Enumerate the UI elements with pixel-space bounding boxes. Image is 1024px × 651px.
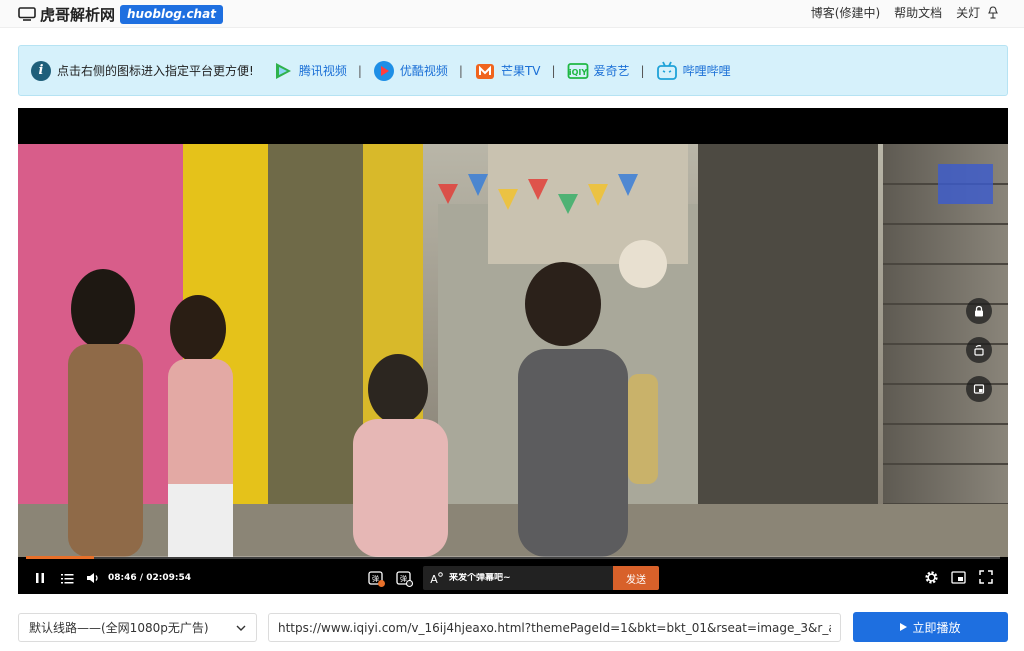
volume-button[interactable] [86, 571, 100, 585]
settings-button[interactable] [923, 569, 939, 585]
platform-link-youku[interactable]: 优酷视频 [373, 60, 448, 82]
play-now-button[interactable]: 立即播放 [853, 612, 1008, 642]
lamp-icon [988, 6, 998, 19]
platform-link-bilibili[interactable]: 哔哩哔哩 [656, 60, 731, 82]
separator: | [640, 63, 645, 78]
danmaku-settings-button[interactable]: 弹 [396, 570, 414, 588]
nav-blog-link[interactable]: 博客(修建中) [811, 4, 880, 21]
video-frame[interactable] [18, 144, 1008, 557]
separator: | [458, 63, 463, 78]
monitor-icon [18, 7, 36, 21]
domain-badge: huoblog.chat [120, 4, 223, 24]
platform-link-tencent[interactable]: 腾讯视频 [272, 60, 347, 82]
lights-off-label: 关灯 [956, 6, 981, 20]
brand-logo[interactable]: 虎哥解析网 huoblog.chat [18, 3, 223, 25]
nav-help-link[interactable]: 帮助文档 [894, 4, 942, 21]
platform-label: 爱奇艺 [593, 64, 630, 78]
platform-label: 哔哩哔哩 [682, 64, 731, 78]
line-select-dropdown[interactable]: 默认线路——(全网1080p无广告) [18, 613, 257, 642]
platform-label: 优酷视频 [399, 64, 448, 78]
banner-hint: 点击右侧的图标进入指定平台更方便! [57, 64, 254, 78]
svg-text:弹: 弹 [372, 574, 379, 583]
danmaku-on-icon: 弹 [368, 571, 385, 587]
bilibili-icon [656, 61, 677, 80]
iqiyi-icon: iQIY [567, 62, 588, 79]
danmaku-toggle-button[interactable]: 弹 [368, 570, 386, 588]
send-danmaku-button[interactable]: 发送 [613, 566, 659, 590]
brand-name: 虎哥解析网 [40, 5, 116, 24]
time-display: 08:46 / 02:09:54 [108, 573, 191, 583]
danmaku-input-box: A 发送 [423, 566, 659, 590]
side-controls [966, 298, 992, 415]
platform-link-iqiyi[interactable]: iQIY 爱奇艺 [567, 60, 630, 82]
separator: | [357, 63, 362, 78]
platform-label: 芒果TV [500, 64, 541, 78]
pause-icon [36, 573, 44, 583]
pip-side-button[interactable] [966, 376, 992, 402]
svg-text:A: A [430, 573, 438, 585]
svg-text:弹: 弹 [400, 574, 407, 583]
line-select-value: 默认线路——(全网1080p无广告) [29, 621, 209, 635]
rotate-button[interactable] [966, 337, 992, 363]
rotate-icon [974, 345, 984, 356]
info-icon: i [31, 60, 51, 81]
youku-icon [373, 60, 394, 81]
volume-icon [87, 573, 98, 583]
list-icon [60, 573, 73, 583]
platform-link-mgtv[interactable]: 芒果TV [474, 60, 541, 82]
nav-lights-off[interactable]: 关灯 [956, 4, 1000, 21]
info-banner: i 点击右侧的图标进入指定平台更方便! 腾讯视频 | 优酷视频 | 芒果TV |… [18, 45, 1008, 96]
play-now-label: 立即播放 [912, 620, 961, 635]
picture-in-picture-icon [950, 570, 966, 584]
fullscreen-button[interactable] [978, 569, 994, 585]
progress-fill [26, 556, 95, 559]
platform-label: 腾讯视频 [298, 64, 347, 78]
play-icon [900, 623, 908, 631]
gear-icon [924, 570, 938, 584]
mgtv-icon [475, 63, 494, 79]
danmaku-settings-icon: 弹 [396, 571, 414, 588]
chevron-down-icon [236, 625, 246, 631]
danmaku-input[interactable] [449, 573, 609, 583]
top-nav: 博客(修建中) 帮助文档 关灯 [797, 4, 1000, 21]
font-style-icon[interactable]: A [429, 571, 443, 585]
top-header: 虎哥解析网 huoblog.chat 博客(修建中) 帮助文档 关灯 [0, 0, 1024, 28]
video-url-input[interactable] [268, 613, 841, 642]
lock-button[interactable] [966, 298, 992, 324]
svg-text:iQIY: iQIY [568, 68, 587, 77]
video-player[interactable]: 08:46 / 02:09:54 弹 弹 A 发送 [18, 108, 1008, 594]
progress-bar[interactable] [26, 556, 1000, 559]
picture-in-picture-icon [973, 384, 985, 394]
pause-button[interactable] [34, 571, 46, 585]
lock-icon [975, 305, 983, 317]
tencent-video-icon [275, 62, 291, 79]
fullscreen-icon [979, 570, 993, 584]
video-frame-image [18, 144, 1008, 557]
pip-button[interactable] [950, 569, 966, 585]
separator: | [551, 63, 556, 78]
playlist-button[interactable] [60, 571, 74, 585]
